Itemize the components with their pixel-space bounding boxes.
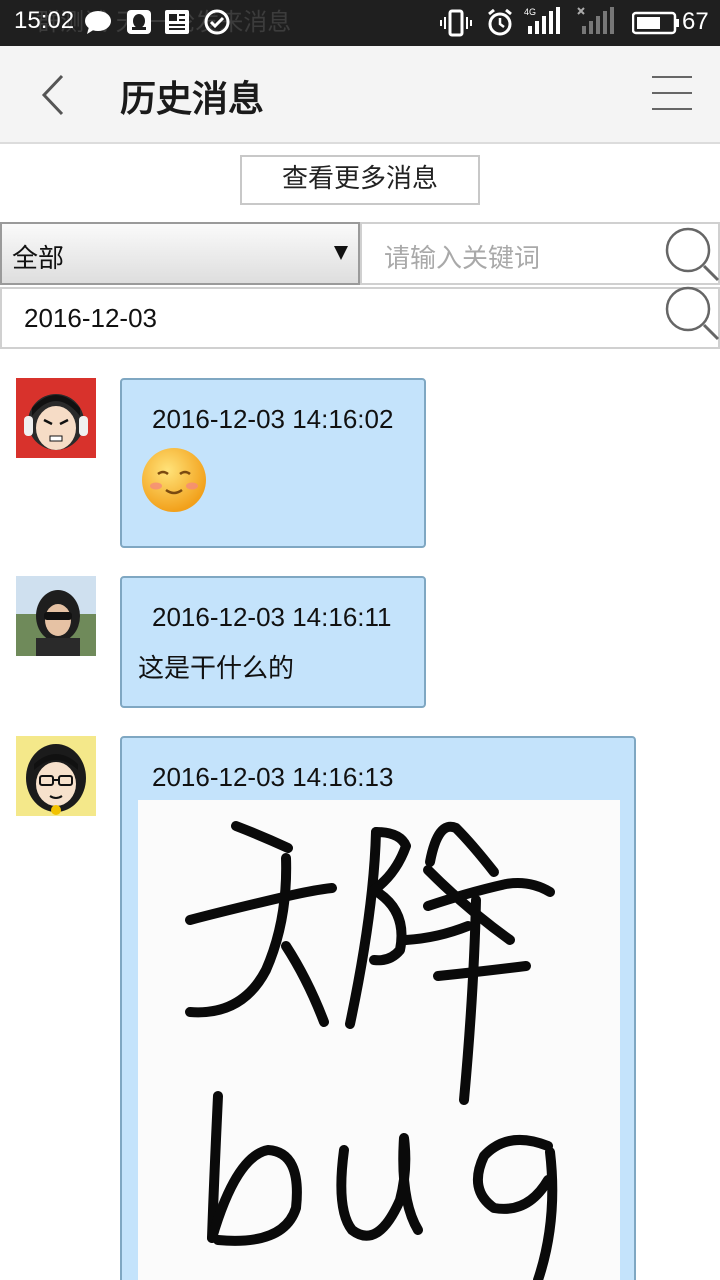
load-more-button[interactable]: 查看更多消息 [240, 155, 480, 205]
glasses-girl-avatar-icon [16, 736, 96, 816]
message-text: 这是干什么的 [138, 654, 295, 684]
date-input[interactable]: 2016-12-03 [0, 285, 720, 349]
signal-muted-icon [577, 7, 614, 34]
chat-bubble-icon [85, 11, 111, 34]
message-bubble[interactable]: 2016-12-03 14:16:13 [120, 736, 636, 1280]
headphone-girl-avatar-icon [16, 378, 96, 458]
header-bar: 历史消息 [0, 46, 720, 144]
news-icon [165, 10, 189, 34]
message-timestamp: 2016-12-03 14:16:13 [152, 762, 394, 792]
qq-icon [127, 10, 151, 34]
status-time: 15:02 [14, 7, 75, 34]
page-title: 历史消息 [120, 79, 265, 120]
search-icon[interactable] [664, 226, 720, 282]
hamburger-menu-icon [652, 76, 692, 110]
vibrate-icon [440, 9, 472, 37]
dropdown-arrow-icon [334, 246, 348, 260]
date-search-icon[interactable] [664, 285, 720, 341]
message-type-select[interactable]: 全部 [0, 222, 360, 285]
photo-avatar-icon [16, 576, 96, 656]
alarm-icon [488, 9, 512, 36]
status-bar: 群测试 天 一轮发来消息 15:02 4G 67 [0, 0, 720, 46]
message-image[interactable] [138, 800, 620, 1280]
avatar[interactable] [16, 576, 96, 656]
svg-text:4G: 4G [524, 7, 536, 17]
battery-icon [632, 11, 679, 35]
handwritten-image [185, 821, 558, 1280]
avatar[interactable] [16, 736, 96, 816]
battery-level: 67 [682, 8, 709, 35]
date-value: 2016-12-03 [24, 303, 157, 333]
check-circle-icon [204, 9, 230, 35]
back-button[interactable] [28, 72, 78, 118]
message-bubble[interactable]: 2016-12-03 14:16:11 这是干什么的 [120, 576, 426, 708]
message-timestamp: 2016-12-03 14:16:02 [152, 404, 394, 434]
menu-button[interactable] [650, 74, 694, 114]
signal-icon: 4G [524, 7, 560, 34]
blush-smile-emoji-icon [142, 448, 206, 512]
select-value: 全部 [12, 244, 65, 274]
message-bubble[interactable]: 2016-12-03 14:16:02 [120, 378, 426, 548]
message-timestamp: 2016-12-03 14:16:11 [152, 602, 392, 632]
back-arrow-icon [41, 74, 64, 116]
avatar[interactable] [16, 378, 96, 458]
keyword-search-input[interactable]: 请输入关键词 [360, 222, 720, 285]
keyword-placeholder: 请输入关键词 [384, 244, 541, 274]
